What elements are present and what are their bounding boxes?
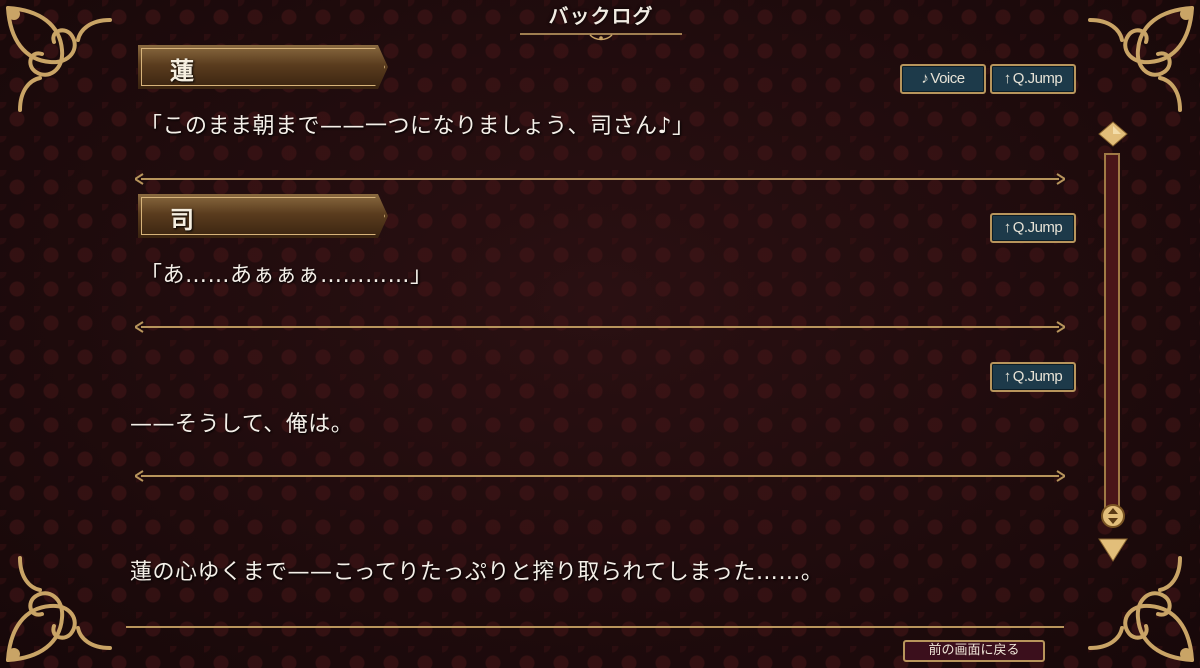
entry-divider	[135, 321, 1065, 333]
speaker-name: 蓮	[170, 56, 194, 85]
entry-divider	[135, 470, 1065, 482]
log-line-1: 「このまま朝まで——一つになりましょう、司さん♪」	[140, 114, 695, 139]
log-line-3: ——そうして、俺は。	[130, 412, 354, 437]
ornament-corner-top-left	[0, 0, 130, 130]
speaker-nameplate: 司	[138, 194, 388, 238]
ornament-corner-bottom-right	[1070, 538, 1200, 668]
log-line-2: 「あ……あぁぁぁ…………」	[140, 263, 433, 288]
scroll-up-arrow-icon[interactable]	[1097, 120, 1129, 148]
entry-divider	[135, 173, 1065, 185]
speaker-nameplate: 蓮	[138, 45, 388, 89]
ornament-corner-bottom-left	[0, 538, 130, 668]
quick-jump-button[interactable]: ↑ Q.Jump	[990, 213, 1076, 243]
scrollbar-track[interactable]	[1104, 153, 1120, 515]
up-arrow-icon: ↑	[1003, 70, 1012, 87]
music-note-icon: ♪	[921, 70, 929, 87]
quick-jump-button[interactable]: ↑ Q.Jump	[990, 64, 1076, 94]
ornament-corner-top-right	[1070, 0, 1200, 130]
speaker-name: 司	[170, 205, 194, 234]
title-underline-ornament	[520, 33, 682, 41]
voice-replay-button[interactable]: ♪ Voice	[900, 64, 986, 94]
up-arrow-icon: ↑	[1003, 368, 1012, 385]
log-line-4: 蓮の心ゆくまで——こってりたっぷりと搾り取られてしまった……。	[130, 560, 824, 585]
quick-jump-button[interactable]: ↑ Q.Jump	[990, 362, 1076, 392]
scroll-down-arrow-icon[interactable]	[1097, 535, 1129, 563]
scrollbar-thumb[interactable]	[1100, 503, 1126, 529]
bottom-divider	[126, 626, 1064, 628]
page-title: バックログ	[548, 4, 654, 28]
backlog-title: バックログ	[520, 2, 682, 42]
back-to-previous-screen-button[interactable]: 前の画面に戻る	[903, 640, 1045, 662]
up-arrow-icon: ↑	[1003, 219, 1012, 236]
